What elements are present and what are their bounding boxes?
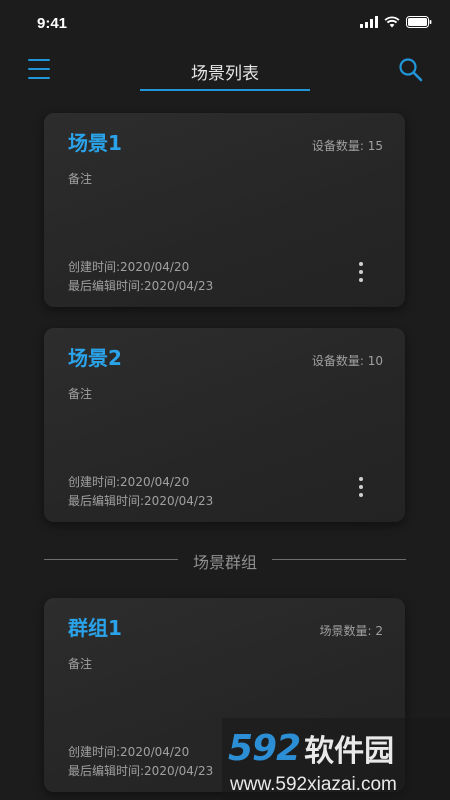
status-time: 9:41 bbox=[37, 15, 68, 32]
status-bar: 9:41 bbox=[0, 0, 450, 48]
search-icon[interactable] bbox=[398, 57, 424, 83]
last-edited-time: 最后编辑时间:2020/04/23 bbox=[68, 764, 214, 778]
wifi-icon bbox=[384, 16, 400, 28]
page-title: 场景列表 bbox=[191, 64, 259, 84]
signal-icon bbox=[360, 16, 378, 28]
device-count: 设备数量: 15 bbox=[311, 139, 383, 153]
battery-icon bbox=[406, 16, 432, 28]
section-label: 场景群组 bbox=[192, 553, 257, 572]
scene-card[interactable]: 场景2 设备数量: 10 备注 创建时间:2020/04/20 最后编辑时间:2… bbox=[44, 328, 405, 522]
created-time: 创建时间:2020/04/20 bbox=[68, 475, 190, 489]
scene-title: 场景2 bbox=[68, 346, 122, 370]
more-vertical-icon[interactable] bbox=[357, 475, 365, 499]
scene-title: 场景1 bbox=[68, 131, 122, 155]
watermark: 592 软件园 www.592xiazai.com bbox=[222, 718, 450, 800]
group-title: 群组1 bbox=[68, 616, 122, 640]
title-underline bbox=[140, 89, 310, 91]
scene-card[interactable]: 场景1 设备数量: 15 备注 创建时间:2020/04/20 最后编辑时间:2… bbox=[44, 113, 405, 307]
scene-note: 备注 bbox=[68, 387, 93, 401]
watermark-number: 592 bbox=[228, 727, 301, 769]
created-time: 创建时间:2020/04/20 bbox=[68, 745, 190, 759]
last-edited-time: 最后编辑时间:2020/04/23 bbox=[68, 494, 214, 508]
device-count: 设备数量: 10 bbox=[311, 354, 383, 368]
watermark-brand: 软件园 bbox=[304, 734, 395, 769]
scene-note: 备注 bbox=[68, 172, 93, 186]
created-time: 创建时间:2020/04/20 bbox=[68, 260, 190, 274]
app-header: 场景列表 bbox=[0, 48, 450, 98]
group-note: 备注 bbox=[68, 657, 93, 671]
section-divider: 场景群组 bbox=[44, 548, 406, 572]
divider-line-right bbox=[272, 559, 406, 560]
more-vertical-icon[interactable] bbox=[357, 260, 365, 284]
status-icons bbox=[360, 16, 432, 28]
scene-count: 场景数量: 2 bbox=[319, 624, 384, 638]
last-edited-time: 最后编辑时间:2020/04/23 bbox=[68, 279, 214, 293]
watermark-url: www.592xiazai.com bbox=[230, 774, 397, 795]
